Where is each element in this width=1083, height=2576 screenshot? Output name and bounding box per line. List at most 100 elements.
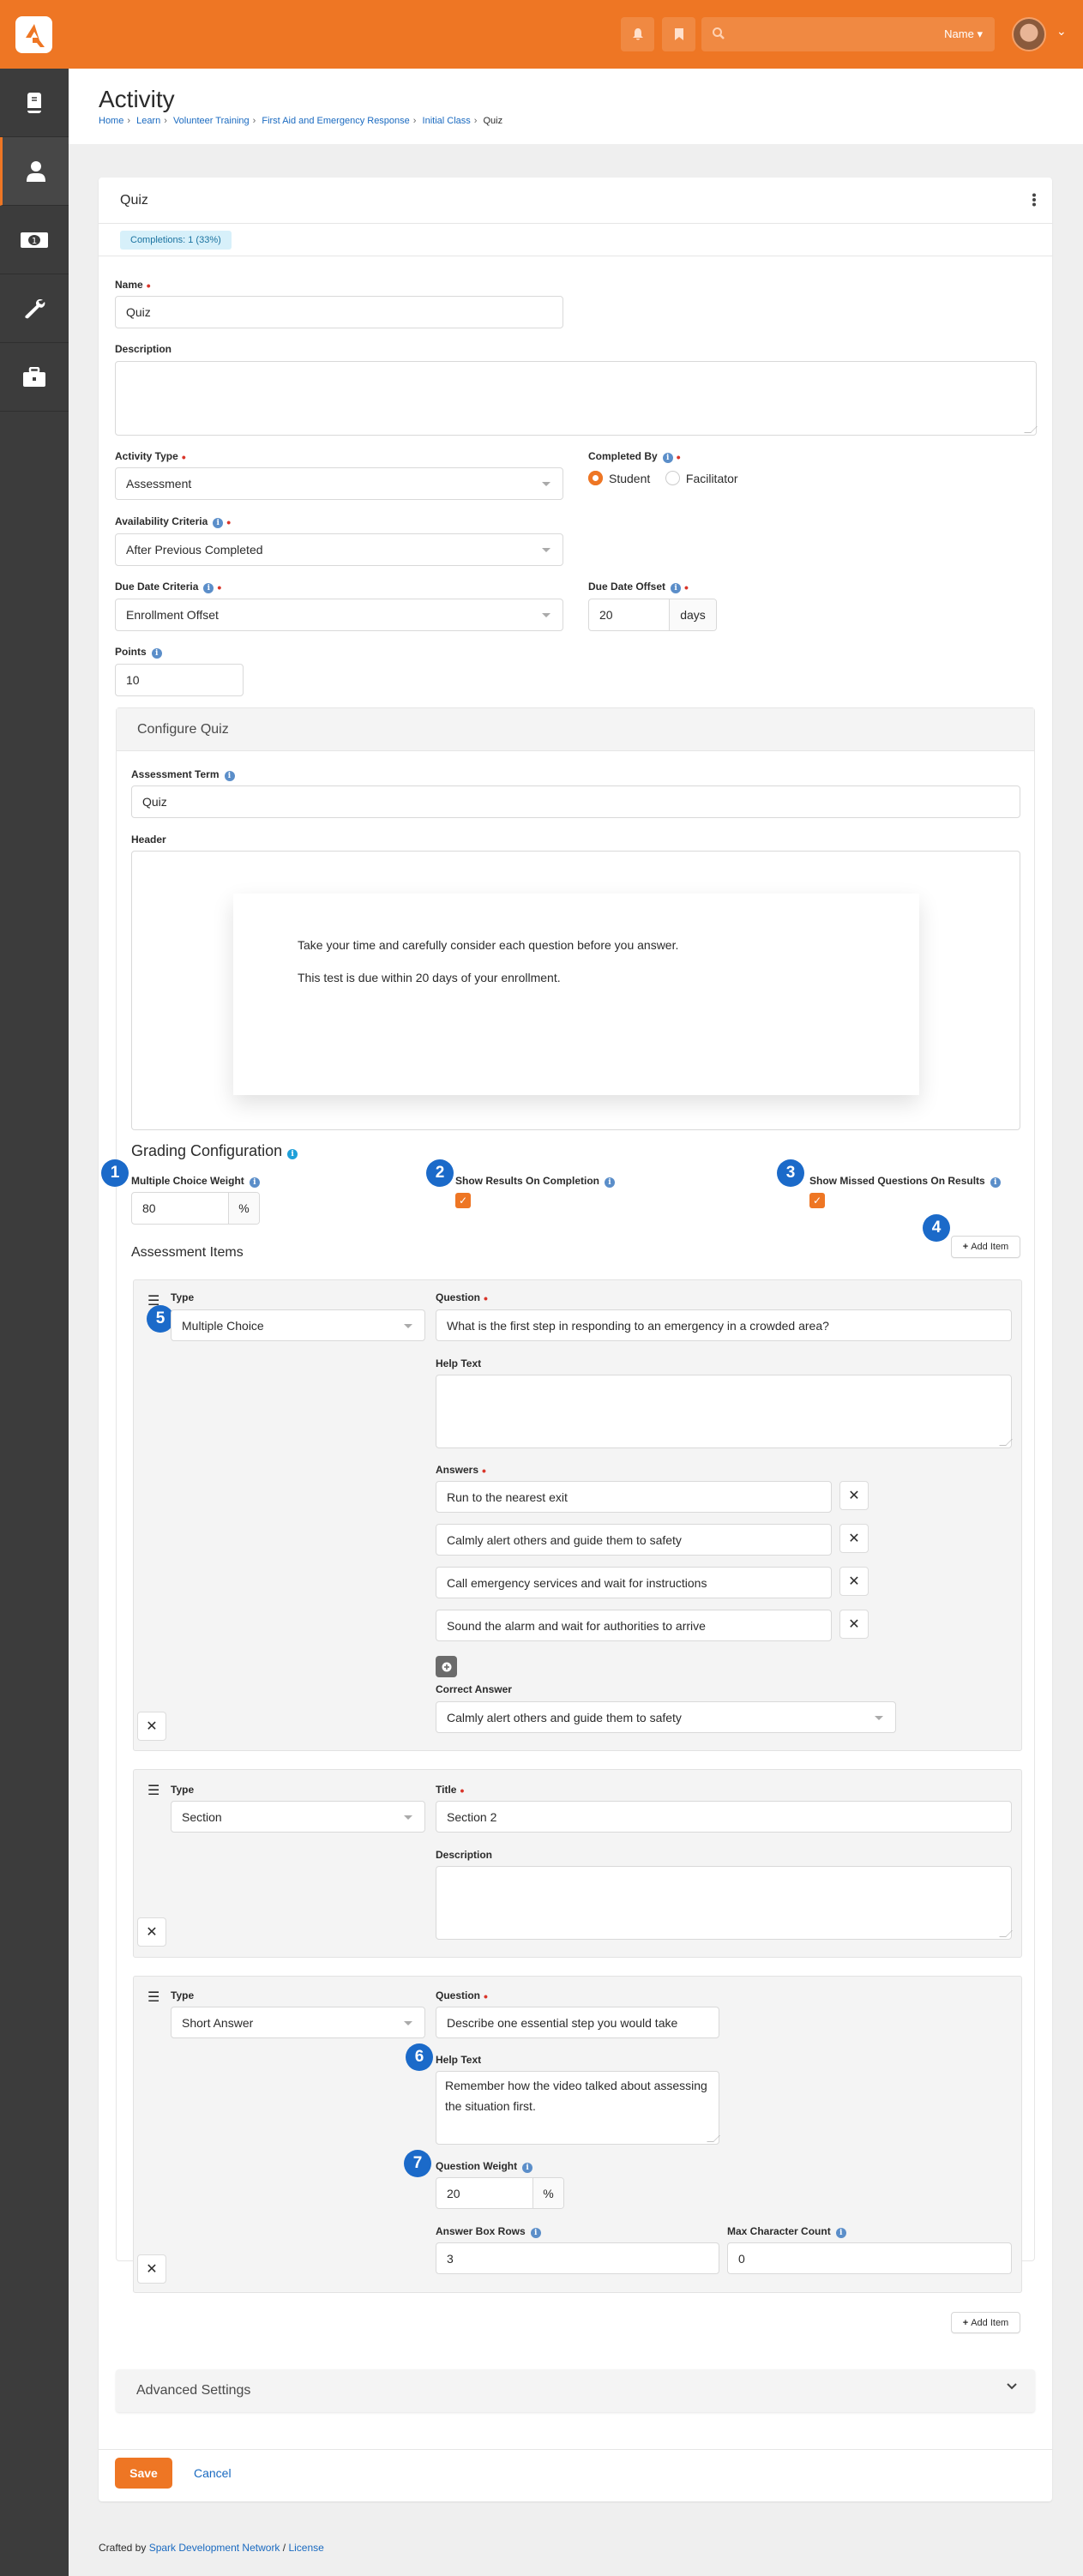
correct-answer-label: Correct Answer — [436, 1683, 512, 1695]
answer-input[interactable]: Call emergency services and wait for ins… — [436, 1567, 832, 1598]
chevron-down-icon[interactable]: ⌄ — [1056, 24, 1067, 39]
item1-answers-label: Answers • — [436, 1464, 486, 1478]
item1-type-select[interactable]: Multiple Choice — [171, 1309, 425, 1341]
remove-answer-button[interactable]: ✕ — [839, 1481, 869, 1510]
bookmarks-button[interactable] — [662, 17, 695, 51]
show-results-checkbox[interactable]: ✓ — [455, 1193, 471, 1208]
item3-rows-label: Answer Box Rows i — [436, 2225, 541, 2238]
kebab-menu-icon[interactable] — [1032, 193, 1037, 207]
user-avatar[interactable] — [1012, 17, 1046, 51]
assessment-items-title: Assessment Items — [131, 1245, 244, 1260]
activity-type-select[interactable]: Assessment — [115, 467, 563, 500]
radio-student-label[interactable]: Student — [609, 472, 650, 485]
add-item-button-bottom[interactable]: + Add Item — [951, 2312, 1020, 2333]
add-item-button-top[interactable]: + Add Item — [951, 1236, 1020, 1258]
sidebar-item-finance[interactable]: 1 — [0, 206, 69, 274]
sidebar-item-admin[interactable] — [0, 343, 69, 412]
info-icon: i — [224, 771, 235, 781]
due-date-offset-label: Due Date Offset i • — [588, 581, 689, 594]
remove-item-button[interactable]: ✕ — [137, 1712, 166, 1741]
breadcrumb-learn[interactable]: Learn — [136, 116, 160, 126]
breadcrumb-current: Quiz — [483, 116, 503, 126]
plus-circle-icon — [442, 1662, 451, 1671]
header-label: Header — [131, 834, 166, 846]
assessment-item-multiple-choice: ☰ — [133, 1279, 1022, 1751]
info-icon: i — [835, 2228, 846, 2238]
dropdown-caret-icon — [542, 613, 551, 617]
assessment-term-label: Assessment Term i — [131, 768, 235, 781]
page-footer: Crafted by Spark Development Network / L… — [99, 2542, 324, 2554]
radio-student[interactable] — [588, 471, 603, 486]
radio-facilitator-label[interactable]: Facilitator — [686, 472, 738, 485]
item2-type-label: Type — [171, 1784, 195, 1796]
item3-weight-input[interactable]: 20% — [436, 2177, 564, 2209]
name-input[interactable]: Quiz — [115, 296, 563, 328]
correct-answer-select[interactable]: Calmly alert others and guide them to sa… — [436, 1701, 896, 1733]
close-icon: ✕ — [848, 1617, 860, 1632]
description-textarea[interactable] — [115, 361, 1038, 436]
remove-item-button[interactable]: ✕ — [137, 2254, 166, 2284]
rock-logo[interactable] — [15, 16, 52, 53]
breadcrumb: Home › Learn › Volunteer Training › First A… — [99, 116, 503, 126]
percent-addon: % — [532, 2178, 563, 2208]
info-icon: i — [605, 1177, 616, 1188]
remove-answer-button[interactable]: ✕ — [839, 1524, 869, 1553]
breadcrumb-program[interactable]: Volunteer Training — [173, 116, 250, 126]
item3-question-input[interactable]: Describe one essential step you would ta… — [436, 2007, 719, 2038]
close-icon: ✕ — [848, 1532, 860, 1546]
item3-type-select[interactable]: Short Answer — [171, 2007, 425, 2038]
mc-weight-input[interactable]: 80% — [131, 1192, 260, 1225]
advanced-settings-toggle[interactable]: Advanced Settings — [116, 2369, 1035, 2412]
drag-handle-icon[interactable]: ☰ — [147, 1989, 159, 2006]
info-icon: i — [203, 583, 214, 593]
breadcrumb-class[interactable]: Initial Class — [423, 116, 471, 126]
item3-help-textarea[interactable]: Remember how the video talked about asse… — [436, 2071, 720, 2145]
search-scope-dropdown[interactable]: Name ▾ — [944, 27, 983, 41]
show-missed-checkbox[interactable]: ✓ — [809, 1193, 825, 1208]
item2-type-select[interactable]: Section — [171, 1801, 425, 1833]
sidebar: 1 — [0, 69, 69, 2576]
item1-question-input[interactable]: What is the first step in responding to … — [436, 1309, 1012, 1341]
remove-answer-button[interactable]: ✕ — [839, 1567, 869, 1596]
cancel-link[interactable]: Cancel — [194, 2466, 232, 2480]
item2-title-input[interactable]: Section 2 — [436, 1801, 1012, 1833]
chevron-down-icon — [1007, 2383, 1017, 2390]
save-button[interactable]: Save — [115, 2458, 172, 2489]
points-input[interactable]: 10 — [115, 664, 244, 696]
sidebar-item-people[interactable] — [0, 137, 69, 206]
panel-title: Quiz — [120, 193, 148, 208]
availability-select[interactable]: After Previous Completed — [115, 533, 563, 566]
due-date-criteria-select[interactable]: Enrollment Offset — [115, 599, 563, 631]
breadcrumb-course[interactable]: First Aid and Emergency Response — [262, 116, 409, 126]
sidebar-item-library[interactable] — [0, 69, 69, 137]
footer-org-link[interactable]: Spark Development Network — [149, 2542, 280, 2554]
footer-license-link[interactable]: License — [288, 2542, 323, 2554]
book-icon — [27, 92, 41, 113]
info-icon: i — [990, 1177, 1001, 1188]
points-label: Points i — [115, 646, 162, 659]
item3-help-label: Help Text — [436, 2054, 482, 2066]
answer-input[interactable]: Sound the alarm and wait for authorities… — [436, 1610, 832, 1641]
show-results-label: Show Results On Completion i — [455, 1175, 616, 1188]
answer-input[interactable]: Run to the nearest exit — [436, 1481, 832, 1513]
search-input[interactable]: Name ▾ — [701, 17, 995, 51]
add-answer-button[interactable] — [436, 1656, 457, 1677]
remove-item-button[interactable]: ✕ — [137, 1917, 166, 1947]
footer-separator: / — [282, 2542, 286, 2554]
item3-rows-input[interactable]: 3 — [436, 2242, 719, 2274]
info-icon: i — [530, 2228, 541, 2238]
remove-answer-button[interactable]: ✕ — [839, 1610, 869, 1639]
drag-handle-icon[interactable]: ☰ — [147, 1782, 159, 1799]
sidebar-item-tools[interactable] — [0, 274, 69, 343]
answer-input[interactable]: Calmly alert others and guide them to sa… — [436, 1524, 832, 1556]
item3-max-chars-label: Max Character Count i — [727, 2225, 846, 2238]
notifications-button[interactable] — [621, 17, 654, 51]
radio-facilitator[interactable] — [665, 471, 680, 486]
due-date-offset-input[interactable]: 20 days — [588, 599, 717, 631]
item1-help-textarea[interactable] — [436, 1375, 1013, 1448]
item3-question-label: Question • — [436, 1989, 488, 2003]
item2-description-textarea[interactable] — [436, 1866, 1013, 1940]
assessment-term-input[interactable]: Quiz — [131, 785, 1020, 818]
item3-max-chars-input[interactable]: 0 — [727, 2242, 1012, 2274]
breadcrumb-home[interactable]: Home — [99, 116, 123, 126]
